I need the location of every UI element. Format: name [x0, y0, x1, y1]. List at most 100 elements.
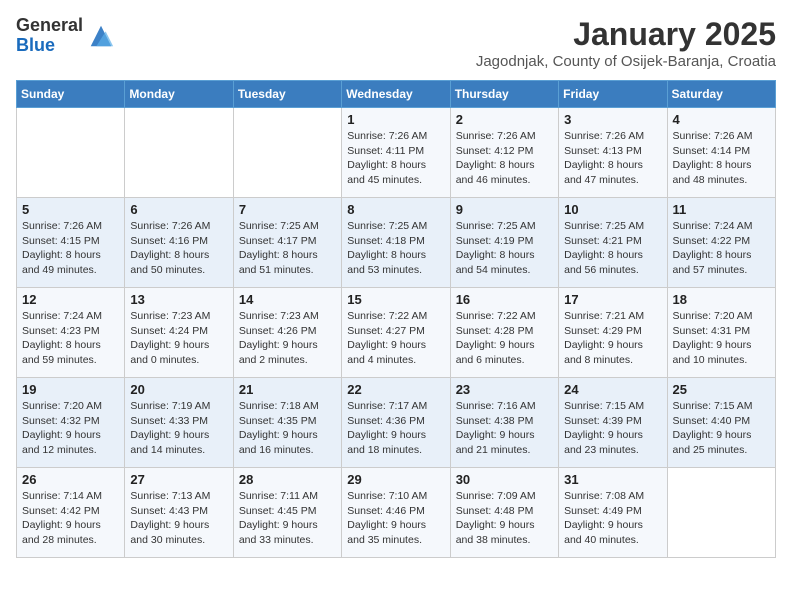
calendar-cell: 25 Sunrise: 7:15 AM Sunset: 4:40 PM Dayli… — [667, 378, 775, 468]
day-of-week-header: Tuesday — [233, 81, 341, 108]
calendar-cell: 24 Sunrise: 7:15 AM Sunset: 4:39 PM Dayli… — [559, 378, 667, 468]
day-number: 23 — [456, 382, 553, 397]
calendar-cell: 2 Sunrise: 7:26 AM Sunset: 4:12 PM Daylig… — [450, 108, 558, 198]
calendar-cell — [667, 468, 775, 558]
calendar-cell: 29 Sunrise: 7:10 AM Sunset: 4:46 PM Dayli… — [342, 468, 450, 558]
calendar-week-row: 26 Sunrise: 7:14 AM Sunset: 4:42 PM Dayli… — [17, 468, 776, 558]
day-info: Sunrise: 7:11 AM Sunset: 4:45 PM Dayligh… — [239, 489, 336, 548]
calendar-cell: 15 Sunrise: 7:22 AM Sunset: 4:27 PM Dayli… — [342, 288, 450, 378]
day-number: 28 — [239, 472, 336, 487]
day-info: Sunrise: 7:25 AM Sunset: 4:18 PM Dayligh… — [347, 219, 444, 278]
day-number: 29 — [347, 472, 444, 487]
day-info: Sunrise: 7:22 AM Sunset: 4:28 PM Dayligh… — [456, 309, 553, 368]
calendar-cell: 16Sunrise: 7:22 AM Sunset: 4:28 PM Dayli… — [450, 288, 558, 378]
calendar-cell: 7Sunrise: 7:25 AM Sunset: 4:17 PM Daylig… — [233, 198, 341, 288]
day-number: 15 — [347, 292, 444, 307]
title-block: January 2025 Jagodnjak, County of Osijek… — [476, 16, 776, 70]
logo-icon — [87, 22, 115, 50]
day-of-week-header: Wednesday — [342, 81, 450, 108]
calendar-week-row: 1 Sunrise: 7:26 AM Sunset: 4:11 PM Daylig… — [17, 108, 776, 198]
calendar-cell: 5Sunrise: 7:26 AM Sunset: 4:15 PM Daylig… — [17, 198, 125, 288]
calendar-cell — [233, 108, 341, 198]
day-number: 2 — [456, 112, 553, 127]
day-number: 8 — [347, 202, 444, 217]
day-number: 1 — [347, 112, 444, 127]
calendar-cell: 31 Sunrise: 7:08 AM Sunset: 4:49 PM Dayli… — [559, 468, 667, 558]
day-info: Sunrise: 7:23 AM Sunset: 4:24 PM Dayligh… — [130, 309, 227, 368]
day-info: Sunrise: 7:21 AM Sunset: 4:29 PM Dayligh… — [564, 309, 661, 368]
calendar-cell: 6 Sunrise: 7:26 AM Sunset: 4:16 PM Daylig… — [125, 198, 233, 288]
calendar-header-row: SundayMondayTuesdayWednesdayThursdayFrid… — [17, 81, 776, 108]
day-number: 21 — [239, 382, 336, 397]
day-info: Sunrise: 7:14 AM Sunset: 4:42 PM Dayligh… — [22, 489, 119, 548]
calendar-cell: 12 Sunrise: 7:24 AM Sunset: 4:23 PM Dayli… — [17, 288, 125, 378]
day-number: 31 — [564, 472, 661, 487]
calendar-cell — [125, 108, 233, 198]
day-info: Sunrise: 7:26 AM Sunset: 4:13 PM Dayligh… — [564, 129, 661, 188]
day-info: Sunrise: 7:24 AM Sunset: 4:23 PM Dayligh… — [22, 309, 119, 368]
day-info: Sunrise: 7:24 AM Sunset: 4:22 PM Dayligh… — [673, 219, 770, 278]
day-of-week-header: Monday — [125, 81, 233, 108]
day-info: Sunrise: 7:08 AM Sunset: 4:49 PM Dayligh… — [564, 489, 661, 548]
day-number: 4 — [673, 112, 770, 127]
calendar-cell: 27 Sunrise: 7:13 AM Sunset: 4:43 PM Dayli… — [125, 468, 233, 558]
day-info: Sunrise: 7:22 AM Sunset: 4:27 PM Dayligh… — [347, 309, 444, 368]
page-header: General Blue January 2025 Jagodnjak, Cou… — [16, 16, 776, 70]
day-info: Sunrise: 7:15 AM Sunset: 4:39 PM Dayligh… — [564, 399, 661, 458]
day-number: 19 — [22, 382, 119, 397]
day-of-week-header: Saturday — [667, 81, 775, 108]
calendar-cell: 13 Sunrise: 7:23 AM Sunset: 4:24 PM Dayli… — [125, 288, 233, 378]
day-number: 22 — [347, 382, 444, 397]
day-info: Sunrise: 7:17 AM Sunset: 4:36 PM Dayligh… — [347, 399, 444, 458]
day-number: 27 — [130, 472, 227, 487]
calendar-cell: 10Sunrise: 7:25 AM Sunset: 4:21 PM Dayli… — [559, 198, 667, 288]
day-number: 26 — [22, 472, 119, 487]
day-info: Sunrise: 7:26 AM Sunset: 4:11 PM Dayligh… — [347, 129, 444, 188]
calendar-week-row: 19Sunrise: 7:20 AM Sunset: 4:32 PM Dayli… — [17, 378, 776, 468]
calendar-cell: 20 Sunrise: 7:19 AM Sunset: 4:33 PM Dayli… — [125, 378, 233, 468]
day-number: 13 — [130, 292, 227, 307]
day-number: 6 — [130, 202, 227, 217]
calendar-cell: 26 Sunrise: 7:14 AM Sunset: 4:42 PM Dayli… — [17, 468, 125, 558]
calendar-table: SundayMondayTuesdayWednesdayThursdayFrid… — [16, 80, 776, 558]
day-number: 11 — [673, 202, 770, 217]
calendar-week-row: 5Sunrise: 7:26 AM Sunset: 4:15 PM Daylig… — [17, 198, 776, 288]
day-number: 3 — [564, 112, 661, 127]
day-info: Sunrise: 7:09 AM Sunset: 4:48 PM Dayligh… — [456, 489, 553, 548]
day-number: 14 — [239, 292, 336, 307]
logo-text: General Blue — [16, 16, 83, 56]
day-number: 12 — [22, 292, 119, 307]
calendar-cell: 23 Sunrise: 7:16 AM Sunset: 4:38 PM Dayli… — [450, 378, 558, 468]
logo: General Blue — [16, 16, 115, 56]
calendar-cell: 18Sunrise: 7:20 AM Sunset: 4:31 PM Dayli… — [667, 288, 775, 378]
day-info: Sunrise: 7:15 AM Sunset: 4:40 PM Dayligh… — [673, 399, 770, 458]
day-info: Sunrise: 7:26 AM Sunset: 4:15 PM Dayligh… — [22, 219, 119, 278]
day-number: 18 — [673, 292, 770, 307]
location-subtitle: Jagodnjak, County of Osijek-Baranja, Cro… — [476, 53, 776, 70]
day-info: Sunrise: 7:26 AM Sunset: 4:14 PM Dayligh… — [673, 129, 770, 188]
calendar-cell: 4 Sunrise: 7:26 AM Sunset: 4:14 PM Daylig… — [667, 108, 775, 198]
calendar-cell: 11 Sunrise: 7:24 AM Sunset: 4:22 PM Dayli… — [667, 198, 775, 288]
calendar-cell: 30Sunrise: 7:09 AM Sunset: 4:48 PM Dayli… — [450, 468, 558, 558]
day-of-week-header: Friday — [559, 81, 667, 108]
calendar-cell: 14 Sunrise: 7:23 AM Sunset: 4:26 PM Dayli… — [233, 288, 341, 378]
day-info: Sunrise: 7:26 AM Sunset: 4:12 PM Dayligh… — [456, 129, 553, 188]
calendar-cell: 1 Sunrise: 7:26 AM Sunset: 4:11 PM Daylig… — [342, 108, 450, 198]
day-number: 25 — [673, 382, 770, 397]
day-number: 24 — [564, 382, 661, 397]
calendar-cell: 3 Sunrise: 7:26 AM Sunset: 4:13 PM Daylig… — [559, 108, 667, 198]
day-info: Sunrise: 7:13 AM Sunset: 4:43 PM Dayligh… — [130, 489, 227, 548]
day-info: Sunrise: 7:26 AM Sunset: 4:16 PM Dayligh… — [130, 219, 227, 278]
calendar-cell: 19Sunrise: 7:20 AM Sunset: 4:32 PM Dayli… — [17, 378, 125, 468]
day-info: Sunrise: 7:18 AM Sunset: 4:35 PM Dayligh… — [239, 399, 336, 458]
day-number: 20 — [130, 382, 227, 397]
calendar-cell: 17Sunrise: 7:21 AM Sunset: 4:29 PM Dayli… — [559, 288, 667, 378]
calendar-cell: 22 Sunrise: 7:17 AM Sunset: 4:36 PM Dayli… — [342, 378, 450, 468]
day-info: Sunrise: 7:10 AM Sunset: 4:46 PM Dayligh… — [347, 489, 444, 548]
day-info: Sunrise: 7:16 AM Sunset: 4:38 PM Dayligh… — [456, 399, 553, 458]
day-info: Sunrise: 7:23 AM Sunset: 4:26 PM Dayligh… — [239, 309, 336, 368]
calendar-cell: 28 Sunrise: 7:11 AM Sunset: 4:45 PM Dayli… — [233, 468, 341, 558]
calendar-cell: 21 Sunrise: 7:18 AM Sunset: 4:35 PM Dayli… — [233, 378, 341, 468]
day-info: Sunrise: 7:19 AM Sunset: 4:33 PM Dayligh… — [130, 399, 227, 458]
calendar-week-row: 12 Sunrise: 7:24 AM Sunset: 4:23 PM Dayli… — [17, 288, 776, 378]
